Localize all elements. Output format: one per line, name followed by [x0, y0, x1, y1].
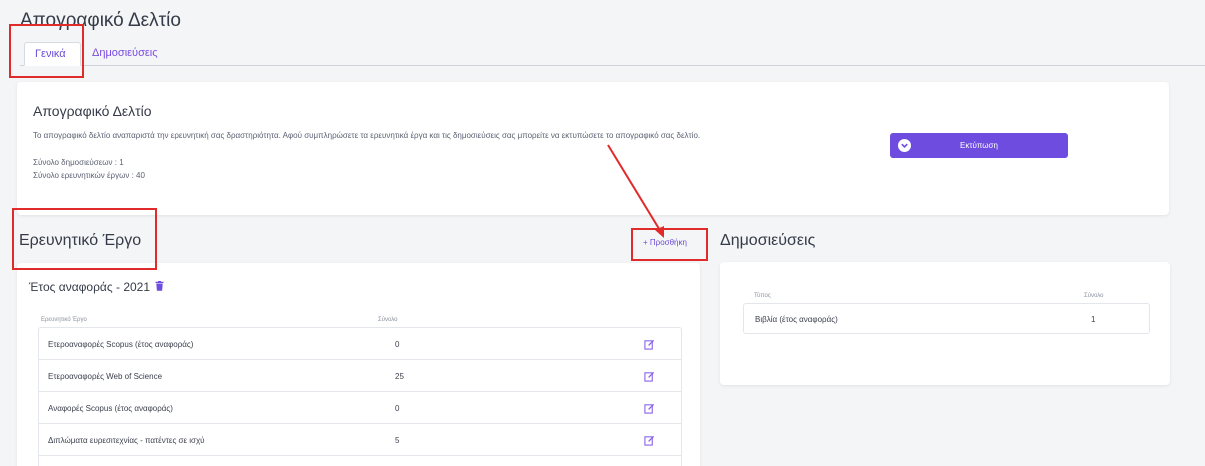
- publications-section-title: Δημοσιεύσεις: [720, 232, 816, 249]
- edit-icon[interactable]: [644, 339, 655, 350]
- add-research-link[interactable]: + Προσθήκη: [643, 238, 687, 247]
- total-research: Σύνολο ερευνητικών έργων : 40: [33, 171, 145, 180]
- print-button[interactable]: Εκτύπωση: [890, 133, 1068, 158]
- trash-icon[interactable]: [155, 281, 164, 291]
- tab-bar: Γενικά Δημοσιεύσεις: [20, 42, 1205, 66]
- summary-description: Το απογραφικό δελτίο αναπαριστά την ερευ…: [33, 131, 701, 140]
- tab-publications[interactable]: Δημοσιεύσεις: [82, 42, 168, 66]
- column-header-total: Σύνολο: [1084, 293, 1104, 299]
- total-publications: Σύνολο δημοσιεύσεων : 1: [33, 158, 124, 167]
- row-value: 5: [395, 436, 400, 445]
- research-card: Έτος αναφοράς - 2021 Ερευνητικό Έργο Σύν…: [17, 263, 700, 466]
- year-heading: Έτος αναφοράς - 2021: [29, 280, 151, 294]
- column-header-research: Ερευνητικό Έργο: [41, 317, 87, 323]
- summary-card: Απογραφικό Δελτίο Το απογραφικό δελτίο α…: [17, 82, 1169, 215]
- row-value: 1: [1091, 315, 1096, 324]
- chevron-circle-icon: [898, 139, 911, 152]
- row-value: 25: [395, 372, 404, 381]
- tab-general[interactable]: Γενικά: [24, 42, 81, 66]
- research-section-title: Ερευνητικό Έργο: [19, 232, 142, 249]
- column-header-type: Τύπος: [754, 293, 771, 299]
- print-button-label: Εκτύπωση: [960, 141, 998, 150]
- edit-icon[interactable]: [644, 403, 655, 414]
- research-table: Ετεροαναφορές Scopus (έτος αναφοράς) 0 Ε…: [38, 327, 682, 466]
- row-name: Αναφορές Scopus (έτος αναφοράς): [48, 404, 173, 413]
- table-row: Ετεροαναφορές Scopus (έτος αναφοράς) 0: [39, 328, 681, 360]
- row-value: 0: [395, 404, 400, 413]
- row-name: Ετεροαναφορές Scopus (έτος αναφοράς): [48, 340, 194, 349]
- row-name: Διπλώματα ευρεσιτεχνίας - πατέντες σε ισ…: [48, 436, 205, 445]
- publication-row: Βιβλία (έτος αναφοράς) 1: [743, 303, 1150, 334]
- publications-card: Τύπος Σύνολο Βιβλία (έτος αναφοράς) 1: [720, 262, 1170, 385]
- table-row: Διπλώματα ευρεσιτεχνίας - πατέντες σε ισ…: [39, 424, 681, 456]
- row-name: Ετεροαναφορές Web of Science: [48, 372, 163, 381]
- edit-icon[interactable]: [644, 435, 655, 446]
- page-title: Απογραφικό Δελτίο: [20, 10, 181, 31]
- summary-title: Απογραφικό Δελτίο: [33, 103, 152, 119]
- table-row: Αναφορές Scopus (έτος αναφοράς) 0: [39, 392, 681, 424]
- row-value: 0: [395, 340, 400, 349]
- column-header-total: Σύνολο: [378, 317, 398, 323]
- row-name: Βιβλία (έτος αναφοράς): [755, 315, 838, 324]
- table-row: Ετεροαναφορές Web of Science 25: [39, 360, 681, 392]
- edit-icon[interactable]: [644, 371, 655, 382]
